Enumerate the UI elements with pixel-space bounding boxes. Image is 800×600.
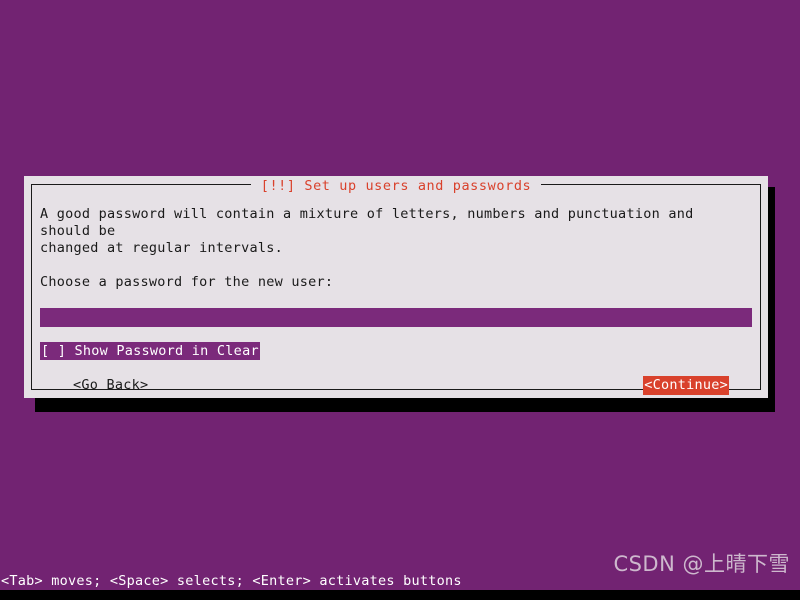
password-prompt-label: Choose a password for the new user: xyxy=(40,274,334,290)
prompt-spacer xyxy=(40,291,752,308)
show-password-in-clear-checkbox[interactable]: [ ] Show Password in Clear xyxy=(40,342,260,360)
show-password-row: [ ] Show Password in Clear xyxy=(40,342,752,360)
go-back-button[interactable]: <Go Back> xyxy=(72,376,149,395)
keyboard-hint-status-bar: <Tab> moves; <Space> selects; <Enter> ac… xyxy=(1,573,462,589)
dialog-buttons-row: <Go Back> <Continue> xyxy=(40,376,752,395)
dialog-body: A good password will contain a mixture o… xyxy=(40,206,752,395)
continue-button[interactable]: <Continue> xyxy=(643,376,729,395)
password-advice-text: A good password will contain a mixture o… xyxy=(40,206,694,256)
text-spacer xyxy=(40,257,752,274)
bottom-black-strip xyxy=(0,590,800,600)
password-input[interactable]: *********_______________________________… xyxy=(40,308,752,327)
setup-users-and-passwords-dialog: [!!] Set up users and passwords A good p… xyxy=(24,176,768,398)
